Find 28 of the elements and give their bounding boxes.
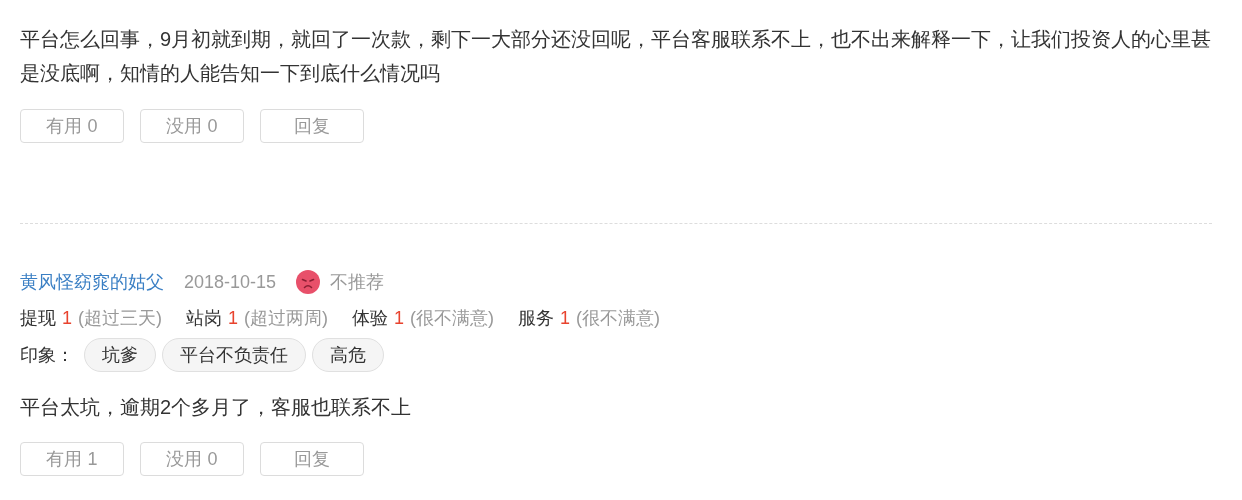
impression-label: 印象： bbox=[20, 343, 74, 367]
action-button[interactable]: 没用 0 bbox=[140, 442, 244, 476]
action-button[interactable]: 回复 bbox=[260, 109, 364, 143]
rating-score: 1 bbox=[560, 306, 571, 330]
action-button[interactable]: 回复 bbox=[260, 442, 364, 476]
review-text: 平台太坑，逾期2个多月了，客服也联系不上 bbox=[20, 395, 413, 420]
action-button[interactable]: 有用 0 bbox=[20, 109, 124, 143]
review-date: 2018-10-15 bbox=[184, 270, 277, 294]
rating-note: (超过三天) bbox=[78, 306, 162, 330]
rating-label: 站岗 bbox=[186, 306, 222, 330]
action-button[interactable]: 有用 1 bbox=[20, 442, 124, 476]
rating-note: (很不满意) bbox=[576, 306, 661, 330]
rating-label: 体验 bbox=[352, 306, 389, 330]
rating-note: (很不满意) bbox=[410, 306, 495, 330]
verdict-label: 不推荐 bbox=[330, 270, 385, 294]
sad-face-icon bbox=[296, 270, 321, 294]
rating-label: 服务 bbox=[518, 306, 555, 330]
impression-tag: 平台不负责任 bbox=[162, 338, 306, 372]
review-text: 平台怎么回事，9月初就到期，就回了一次款，剩下一大部分还没回呢，平台客服联系不上，也不出来解释一下，让我们投资人的心里甚是没底啊，知情的人能告知一下到底什么情况吗 bbox=[20, 27, 1212, 86]
impression-tag: 坑爹 bbox=[84, 338, 156, 372]
rating-note: (超过两周) bbox=[244, 306, 329, 330]
rating-label: 提现 bbox=[20, 306, 56, 330]
rating-score: 1 bbox=[394, 306, 405, 330]
rating-score: 1 bbox=[62, 306, 72, 330]
impression-tag: 高危 bbox=[312, 338, 384, 372]
action-button[interactable]: 没用 0 bbox=[140, 109, 244, 143]
author-link[interactable]: 黄风怪窈窕的姑父 bbox=[20, 268, 164, 296]
rating-score: 1 bbox=[228, 306, 239, 330]
